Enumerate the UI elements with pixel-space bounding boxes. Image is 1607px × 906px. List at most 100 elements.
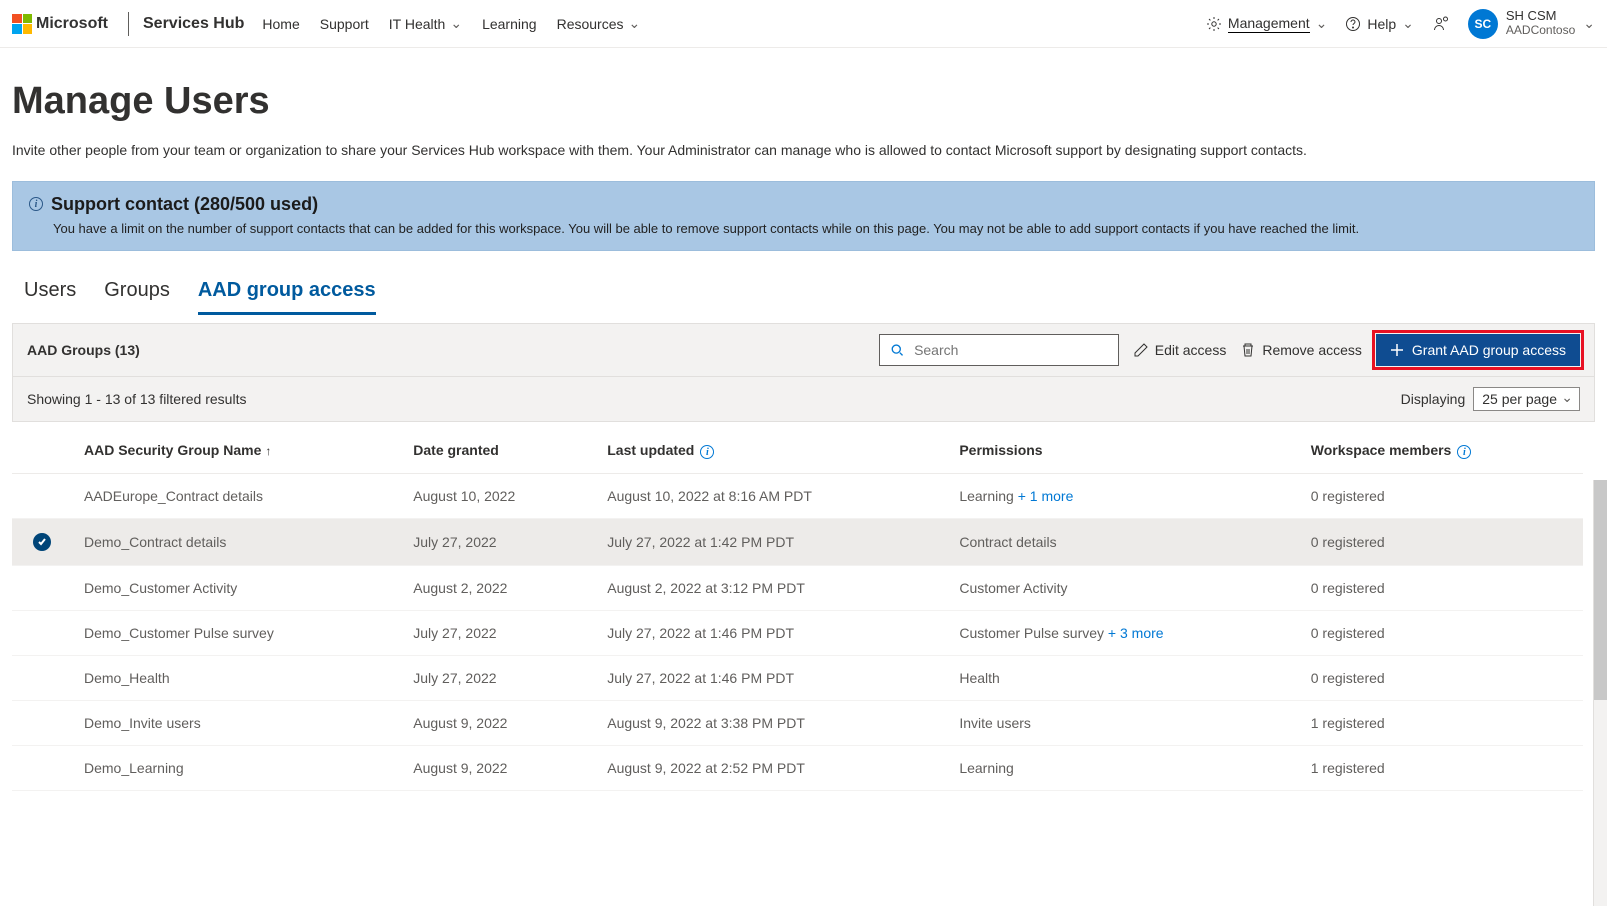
cell: 0 registered: [1299, 656, 1583, 701]
table-row[interactable]: Demo_HealthJuly 27, 2022July 27, 2022 at…: [12, 656, 1583, 701]
search-icon: [890, 342, 904, 358]
user-menu[interactable]: SC SH CSM AADContoso ⌄: [1468, 9, 1595, 39]
table-row[interactable]: Demo_Customer ActivityAugust 2, 2022Augu…: [12, 566, 1583, 611]
info-icon[interactable]: i: [700, 445, 714, 459]
cell: July 27, 2022 at 1:42 PM PDT: [595, 519, 947, 566]
help-icon: [1345, 16, 1361, 32]
table-row[interactable]: Demo_Customer Pulse surveyJuly 27, 2022J…: [12, 611, 1583, 656]
cell: August 2, 2022: [401, 566, 595, 611]
help-label: Help: [1367, 16, 1396, 32]
microsoft-logo-icon: [12, 14, 32, 34]
info-banner-detail: You have a limit on the number of suppor…: [53, 221, 1578, 236]
product-name[interactable]: Services Hub: [143, 15, 244, 33]
cell: 0 registered: [1299, 519, 1583, 566]
tabs: Users Groups AAD group access: [12, 271, 1595, 315]
search-input[interactable]: [912, 341, 1108, 359]
edit-access-label: Edit access: [1155, 342, 1227, 358]
col-workspace-members[interactable]: Workspace membersi: [1299, 426, 1583, 474]
management-menu[interactable]: Management ⌄: [1206, 15, 1327, 33]
displaying-label: Displaying: [1401, 391, 1466, 407]
cell: AADEurope_Contract details: [72, 474, 401, 519]
cell: Learning + 1 more: [947, 474, 1298, 519]
cell: August 10, 2022 at 8:16 AM PDT: [595, 474, 947, 519]
tab-aad-group-access[interactable]: AAD group access: [198, 271, 376, 315]
col-date-granted[interactable]: Date granted: [401, 426, 595, 474]
nav-resources[interactable]: Resources⌄: [557, 15, 641, 32]
col-permissions[interactable]: Permissions: [947, 426, 1298, 474]
cell: July 27, 2022 at 1:46 PM PDT: [595, 656, 947, 701]
chevron-down-icon: ⌄: [450, 15, 462, 32]
cell: Demo_Contract details: [72, 519, 401, 566]
cell: August 9, 2022: [401, 701, 595, 746]
page-size-value: 25 per page: [1482, 391, 1557, 407]
management-label: Management: [1228, 15, 1310, 33]
page-size-select[interactable]: 25 per page: [1473, 387, 1580, 411]
cell: August 10, 2022: [401, 474, 595, 519]
remove-access-button[interactable]: Remove access: [1240, 342, 1362, 358]
grant-access-button[interactable]: Grant AAD group access: [1376, 334, 1580, 366]
table-row[interactable]: Demo_Contract detailsJuly 27, 2022July 2…: [12, 519, 1583, 566]
page-title: Manage Users: [12, 80, 1595, 123]
gear-icon: [1206, 16, 1222, 32]
cell: Demo_Invite users: [72, 701, 401, 746]
person-alert-icon: [1432, 15, 1450, 33]
chevron-down-icon: ⌄: [1402, 15, 1414, 32]
nav-home[interactable]: Home: [262, 15, 299, 32]
table-row[interactable]: AADEurope_Contract detailsAugust 10, 202…: [12, 474, 1583, 519]
more-permissions-link[interactable]: + 3 more: [1104, 625, 1164, 641]
table-row[interactable]: Demo_LearningAugust 9, 2022August 9, 202…: [12, 746, 1583, 791]
nav-it-health[interactable]: IT Health⌄: [389, 15, 462, 32]
cell: 1 registered: [1299, 746, 1583, 791]
section-title: AAD Groups (13): [27, 342, 140, 358]
remove-access-label: Remove access: [1262, 342, 1362, 358]
cell: 0 registered: [1299, 611, 1583, 656]
notifications-button[interactable]: [1432, 15, 1450, 33]
cell: Demo_Customer Activity: [72, 566, 401, 611]
cell: July 27, 2022 at 1:46 PM PDT: [595, 611, 947, 656]
trash-icon: [1240, 342, 1256, 358]
table-row[interactable]: Demo_Invite usersAugust 9, 2022August 9,…: [12, 701, 1583, 746]
cell: July 27, 2022: [401, 519, 595, 566]
results-count: Showing 1 - 13 of 13 filtered results: [27, 391, 246, 407]
user-name-block: SH CSM AADContoso: [1506, 9, 1575, 38]
info-icon: i: [29, 197, 43, 211]
cell: July 27, 2022: [401, 611, 595, 656]
nav-support[interactable]: Support: [320, 15, 369, 32]
col-last-updated[interactable]: Last updatedi: [595, 426, 947, 474]
search-input-wrapper[interactable]: [879, 334, 1119, 366]
avatar: SC: [1468, 9, 1498, 39]
cell: August 9, 2022: [401, 746, 595, 791]
cell: August 9, 2022 at 3:38 PM PDT: [595, 701, 947, 746]
cell: 1 registered: [1299, 701, 1583, 746]
cell: August 2, 2022 at 3:12 PM PDT: [595, 566, 947, 611]
cell: Demo_Customer Pulse survey: [72, 611, 401, 656]
scrollbar-thumb[interactable]: [1594, 480, 1607, 700]
tab-groups[interactable]: Groups: [104, 271, 170, 315]
grant-access-label: Grant AAD group access: [1412, 342, 1566, 358]
pencil-icon: [1133, 342, 1149, 358]
edit-access-button[interactable]: Edit access: [1133, 342, 1227, 358]
scrollbar[interactable]: [1593, 480, 1607, 906]
info-banner: i Support contact (280/500 used) You hav…: [12, 181, 1595, 251]
user-display-name: SH CSM: [1506, 9, 1575, 24]
microsoft-logo[interactable]: Microsoft: [12, 14, 108, 34]
cell: Health: [947, 656, 1298, 701]
selected-icon: [33, 533, 51, 551]
microsoft-logo-text: Microsoft: [36, 15, 108, 33]
chevron-down-icon: ⌄: [1583, 15, 1595, 32]
chevron-down-icon: ⌄: [629, 15, 641, 32]
help-menu[interactable]: Help ⌄: [1345, 15, 1414, 32]
plus-icon: [1390, 343, 1404, 357]
cell: Demo_Health: [72, 656, 401, 701]
tab-users[interactable]: Users: [24, 271, 76, 315]
cell: Invite users: [947, 701, 1298, 746]
cell: 0 registered: [1299, 474, 1583, 519]
nav-learning[interactable]: Learning: [482, 15, 537, 32]
results-bar: Showing 1 - 13 of 13 filtered results Di…: [12, 377, 1595, 422]
col-aad-security-group-name[interactable]: AAD Security Group Name↑: [72, 426, 401, 474]
toolbar: AAD Groups (13) Edit access Remove acces…: [12, 323, 1595, 377]
more-permissions-link[interactable]: + 1 more: [1014, 488, 1074, 504]
aad-groups-table: AAD Security Group Name↑Date grantedLast…: [12, 426, 1583, 792]
info-icon[interactable]: i: [1457, 445, 1471, 459]
cell: August 9, 2022 at 2:52 PM PDT: [595, 746, 947, 791]
